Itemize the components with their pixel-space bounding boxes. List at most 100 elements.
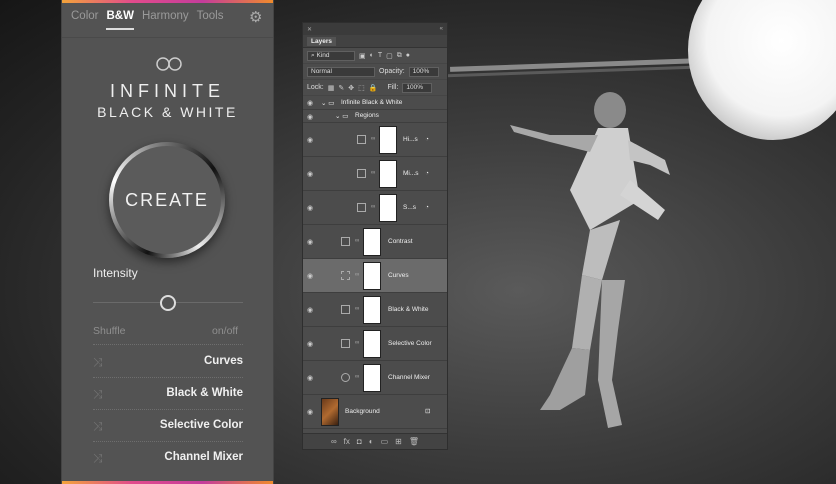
adjustment-toggle-label[interactable]: Channel Mixer [164,451,243,463]
layer-mask-thumbnail[interactable] [363,364,381,392]
layer-row[interactable]: ◉ ∞ Selective Color [303,327,447,361]
adjustment-filter-icon[interactable]: ◐ [370,52,374,60]
adjustment-toggle-label[interactable]: Black & White [166,387,243,399]
eye-icon[interactable]: ◉ [307,272,315,280]
fill-value: 100% [406,84,423,91]
lock-position-icon[interactable]: ✥ [348,84,354,92]
eye-icon[interactable]: ◉ [307,204,315,212]
layer-name[interactable]: Background [345,408,380,415]
layer-row-background[interactable]: ◉ Background ⊡ [303,395,447,429]
lock-artboard-icon[interactable]: ⬚ [358,84,365,92]
expand-icon[interactable]: « [440,26,443,32]
curves-icon [341,271,350,280]
add-mask-icon[interactable]: ◘ [357,437,362,446]
create-button[interactable]: CREATE [113,146,221,254]
shuffle-icon[interactable]: ⤨ [93,355,107,369]
layer-name[interactable]: Contrast [388,238,413,245]
layer-row[interactable]: ◉ ∞ Black & White [303,293,447,327]
lock-transparency-icon[interactable]: ▦ [328,84,335,92]
plugin-panel: Color B&W Harmony Tools ⚙ INFINITE BLACK… [61,0,274,484]
intensity-slider-thumb[interactable] [160,295,176,311]
layer-name[interactable]: S...s [403,204,416,211]
adjustment-row-curves[interactable]: ⤨ Curves [93,355,243,371]
shuffle-icon[interactable]: ⤨ [93,451,107,465]
background-thumbnail[interactable] [321,398,339,426]
fill-input[interactable]: 100% [402,82,433,93]
layer-mask-thumbnail[interactable] [363,228,381,256]
smart-object-filter-icon[interactable]: ⧉ [397,52,402,60]
eye-icon[interactable]: ◉ [307,238,315,246]
eye-icon[interactable]: ◉ [307,113,315,121]
layer-row[interactable]: ◉ ∞ Channel Mixer [303,361,447,395]
expand-arrow-icon[interactable]: ⌄ ▭ [335,112,348,120]
tab-bw[interactable]: B&W [106,10,134,30]
fx-icon[interactable]: fx [344,437,350,446]
shape-filter-icon[interactable]: ▢ [386,52,393,60]
layer-row[interactable]: ◉ ∞ Contrast [303,225,447,259]
pixel-filter-icon[interactable]: ▣ [359,52,366,60]
layer-name[interactable]: Regions [355,112,379,119]
eye-icon[interactable]: ◉ [307,136,315,144]
adjustment-layer-icon[interactable]: ◐ [369,437,374,446]
eye-icon[interactable]: ◉ [307,170,315,178]
blend-mode-value: Normal [311,68,332,75]
layer-mask-thumbnail[interactable] [379,160,397,188]
curves-icon [357,169,366,178]
layer-mask-thumbnail[interactable] [379,126,397,154]
lock-all-icon[interactable]: 🔒 [369,84,378,92]
adjustment-row-selective-color[interactable]: ⤨ Selective Color [93,419,243,435]
eye-icon[interactable]: ◉ [307,340,315,348]
dancer-figure [510,92,670,428]
adjustment-toggle-label[interactable]: Selective Color [160,419,243,431]
layer-mask-thumbnail[interactable] [379,194,397,222]
expand-arrow-icon[interactable]: ⌄ ▭ [321,99,334,107]
adjustment-row-black-white[interactable]: ⤨ Black & White [93,387,243,403]
tab-harmony[interactable]: Harmony [142,10,189,30]
lock-icon: ⊡ [425,408,431,415]
blend-mode-dropdown[interactable]: Normal [307,66,375,77]
panel-header: ✕ « [303,23,447,35]
group-row-infinite-bw[interactable]: ◉ ⌄ ▭ Infinite Black & White [303,96,447,110]
layer-mask-thumbnail[interactable] [363,296,381,324]
filter-toggle-icon[interactable]: ● [406,52,410,60]
eye-icon[interactable]: ◉ [307,306,315,314]
new-layer-icon[interactable]: ⊞ [395,437,402,446]
layer-name[interactable]: Hi...s [403,136,418,143]
new-group-icon[interactable]: ▭ [381,437,389,446]
eye-icon[interactable]: ◉ [307,99,315,107]
layer-name[interactable]: Mi...s [403,170,419,177]
kind-filter-dropdown[interactable]: ⌕ Kind [307,50,355,61]
layer-name[interactable]: Selective Color [388,340,432,347]
layer-name[interactable]: Curves [388,272,409,279]
collapse-icon[interactable]: ✕ [307,26,312,33]
layer-row[interactable]: ◉ ∞ Hi...s ◔ [303,123,447,157]
layer-name[interactable]: Infinite Black & White [341,99,402,106]
tab-color[interactable]: Color [71,10,98,30]
type-filter-icon[interactable]: T [378,52,382,60]
link-icon: ∞ [371,204,376,210]
gear-icon[interactable]: ⚙ [249,10,263,25]
layer-mask-thumbnail[interactable] [363,262,381,290]
layer-name[interactable]: Channel Mixer [388,374,430,381]
delete-icon[interactable]: 🗑 [409,437,419,446]
tab-tools[interactable]: Tools [197,10,224,30]
shuffle-icon[interactable]: ⤨ [93,387,107,401]
clip-icon: ◔ [425,136,429,143]
eye-icon[interactable]: ◉ [307,374,315,382]
curves-icon [357,203,366,212]
opacity-input[interactable]: 100% [408,66,439,77]
layer-row[interactable]: ◉ ∞ S...s ◔ [303,191,447,225]
layer-mask-thumbnail[interactable] [363,330,381,358]
eye-icon[interactable]: ◉ [307,408,315,416]
tab-layers[interactable]: Layers [307,36,336,46]
shuffle-icon[interactable]: ⤨ [93,419,107,433]
layer-row-selected[interactable]: ◉ ∞ Curves [303,259,447,293]
lock-image-icon[interactable]: ✎ [338,84,344,92]
layer-row[interactable]: ◉ ∞ Mi...s ◔ [303,157,447,191]
adjustment-row-channel-mixer[interactable]: ⤨ Channel Mixer [93,451,243,467]
group-row-regions[interactable]: ◉ ⌄ ▭ Regions [303,110,447,123]
layer-name[interactable]: Black & White [388,306,428,313]
link-layers-icon[interactable]: ∞ [331,437,337,446]
adjustment-toggle-label[interactable]: Curves [204,355,243,367]
opacity-label: Opacity: [379,68,405,75]
